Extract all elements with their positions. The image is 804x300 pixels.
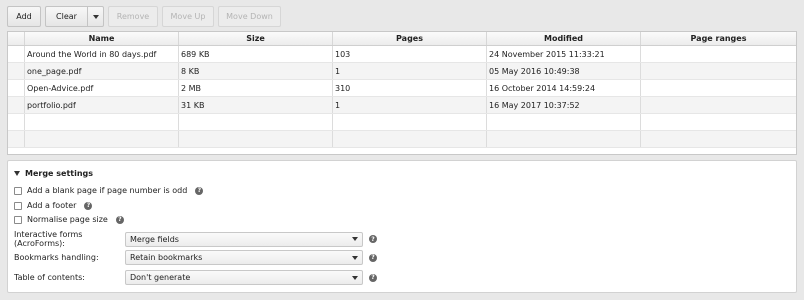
cell-pages: 1 (333, 97, 487, 113)
cell-name: portfolio.pdf (25, 97, 179, 113)
toolbar: Add Clear Remove Move Up Move Down (7, 6, 285, 27)
clear-button[interactable]: Clear (45, 6, 88, 27)
bookmarks-select[interactable]: Retain bookmarks (125, 250, 363, 265)
interactive-forms-select[interactable]: Merge fields (125, 231, 363, 247)
column-header-name[interactable]: Name (25, 32, 179, 45)
empty-row (8, 131, 796, 148)
column-header-page-ranges[interactable]: Page ranges (641, 32, 796, 45)
cell-modified: 05 May 2016 10:49:38 (487, 63, 641, 79)
row-marker (8, 80, 25, 96)
chevron-down-icon (352, 275, 358, 280)
blank-page-option: Add a blank page if page number is odd ? (14, 186, 204, 195)
normalise-label[interactable]: Normalise page size (27, 215, 108, 224)
bookmarks-value: Retain bookmarks (130, 253, 203, 262)
chevron-down-icon (92, 14, 99, 19)
table-row[interactable]: Open-Advice.pdf 2 MB 310 16 October 2014… (8, 80, 796, 97)
clear-split-button: Clear (45, 6, 104, 27)
toc-value: Don't generate (130, 273, 191, 282)
column-header-select[interactable] (8, 32, 25, 45)
bookmarks-label: Bookmarks handling: (14, 253, 99, 262)
cell-size: 2 MB (179, 80, 333, 96)
table-header: Name Size Pages Modified Page ranges (8, 32, 796, 46)
add-button[interactable]: Add (7, 6, 41, 27)
cell-size: 8 KB (179, 63, 333, 79)
column-header-size[interactable]: Size (179, 32, 333, 45)
help-icon[interactable]: ? (369, 235, 377, 243)
help-icon[interactable]: ? (195, 186, 204, 195)
normalise-option: Normalise page size ? (14, 215, 124, 224)
toc-label: Table of contents: (14, 273, 85, 282)
cell-name: Around the World in 80 days.pdf (25, 46, 179, 62)
cell-modified: 24 November 2015 11:33:21 (487, 46, 641, 62)
cell-pages: 103 (333, 46, 487, 62)
column-header-pages[interactable]: Pages (333, 32, 487, 45)
footer-option: Add a footer ? (14, 201, 93, 210)
help-icon[interactable]: ? (115, 215, 124, 224)
chevron-down-icon (352, 237, 358, 241)
cell-pages: 1 (333, 63, 487, 79)
cell-size: 689 KB (179, 46, 333, 62)
help-icon[interactable]: ? (369, 273, 377, 282)
blank-page-checkbox[interactable] (14, 186, 22, 195)
table-row[interactable]: Around the World in 80 days.pdf 689 KB 1… (8, 46, 796, 63)
cell-name: Open-Advice.pdf (25, 80, 179, 96)
cell-name: one_page.pdf (25, 63, 179, 79)
toc-row: Table of contents: Don't generate ? (14, 270, 377, 285)
help-icon[interactable]: ? (84, 201, 93, 210)
table-row[interactable]: portfolio.pdf 31 KB 1 16 May 2017 10:37:… (8, 97, 796, 114)
blank-page-label[interactable]: Add a blank page if page number is odd (27, 186, 187, 195)
merge-settings-title: Merge settings (25, 169, 94, 178)
cell-size: 31 KB (179, 97, 333, 113)
help-icon[interactable]: ? (369, 253, 377, 262)
interactive-forms-label: Interactive forms (AcroForms): (14, 230, 83, 248)
cell-modified: 16 October 2014 14:59:24 (487, 80, 641, 96)
move-up-button[interactable]: Move Up (162, 6, 214, 27)
move-down-button[interactable]: Move Down (218, 6, 281, 27)
cell-page-ranges[interactable] (641, 46, 796, 62)
bookmarks-row: Bookmarks handling: Retain bookmarks ? (14, 250, 377, 265)
interactive-forms-row: Interactive forms (AcroForms): Merge fie… (14, 230, 377, 248)
chevron-down-icon (352, 255, 358, 260)
interactive-forms-value: Merge fields (130, 234, 179, 244)
table-row[interactable]: one_page.pdf 8 KB 1 05 May 2016 10:49:38 (8, 63, 796, 80)
merge-settings-header[interactable]: Merge settings (14, 169, 93, 178)
cell-pages: 310 (333, 80, 487, 96)
footer-checkbox[interactable] (14, 201, 22, 210)
cell-page-ranges[interactable] (641, 80, 796, 96)
row-marker (8, 97, 25, 113)
collapse-triangle-icon (14, 171, 20, 176)
row-marker (8, 63, 25, 79)
file-table[interactable]: Name Size Pages Modified Page ranges Aro… (7, 31, 797, 155)
column-header-modified[interactable]: Modified (487, 32, 641, 45)
remove-button[interactable]: Remove (108, 6, 158, 27)
toc-select[interactable]: Don't generate (125, 270, 363, 285)
cell-modified: 16 May 2017 10:37:52 (487, 97, 641, 113)
cell-page-ranges[interactable] (641, 63, 796, 79)
footer-label[interactable]: Add a footer (27, 201, 76, 210)
cell-page-ranges[interactable] (641, 97, 796, 113)
empty-row (8, 114, 796, 131)
clear-dropdown-button[interactable] (88, 6, 104, 27)
normalise-checkbox[interactable] (14, 215, 22, 224)
row-marker (8, 46, 25, 62)
merge-settings-panel: Merge settings Add a blank page if page … (7, 160, 797, 293)
